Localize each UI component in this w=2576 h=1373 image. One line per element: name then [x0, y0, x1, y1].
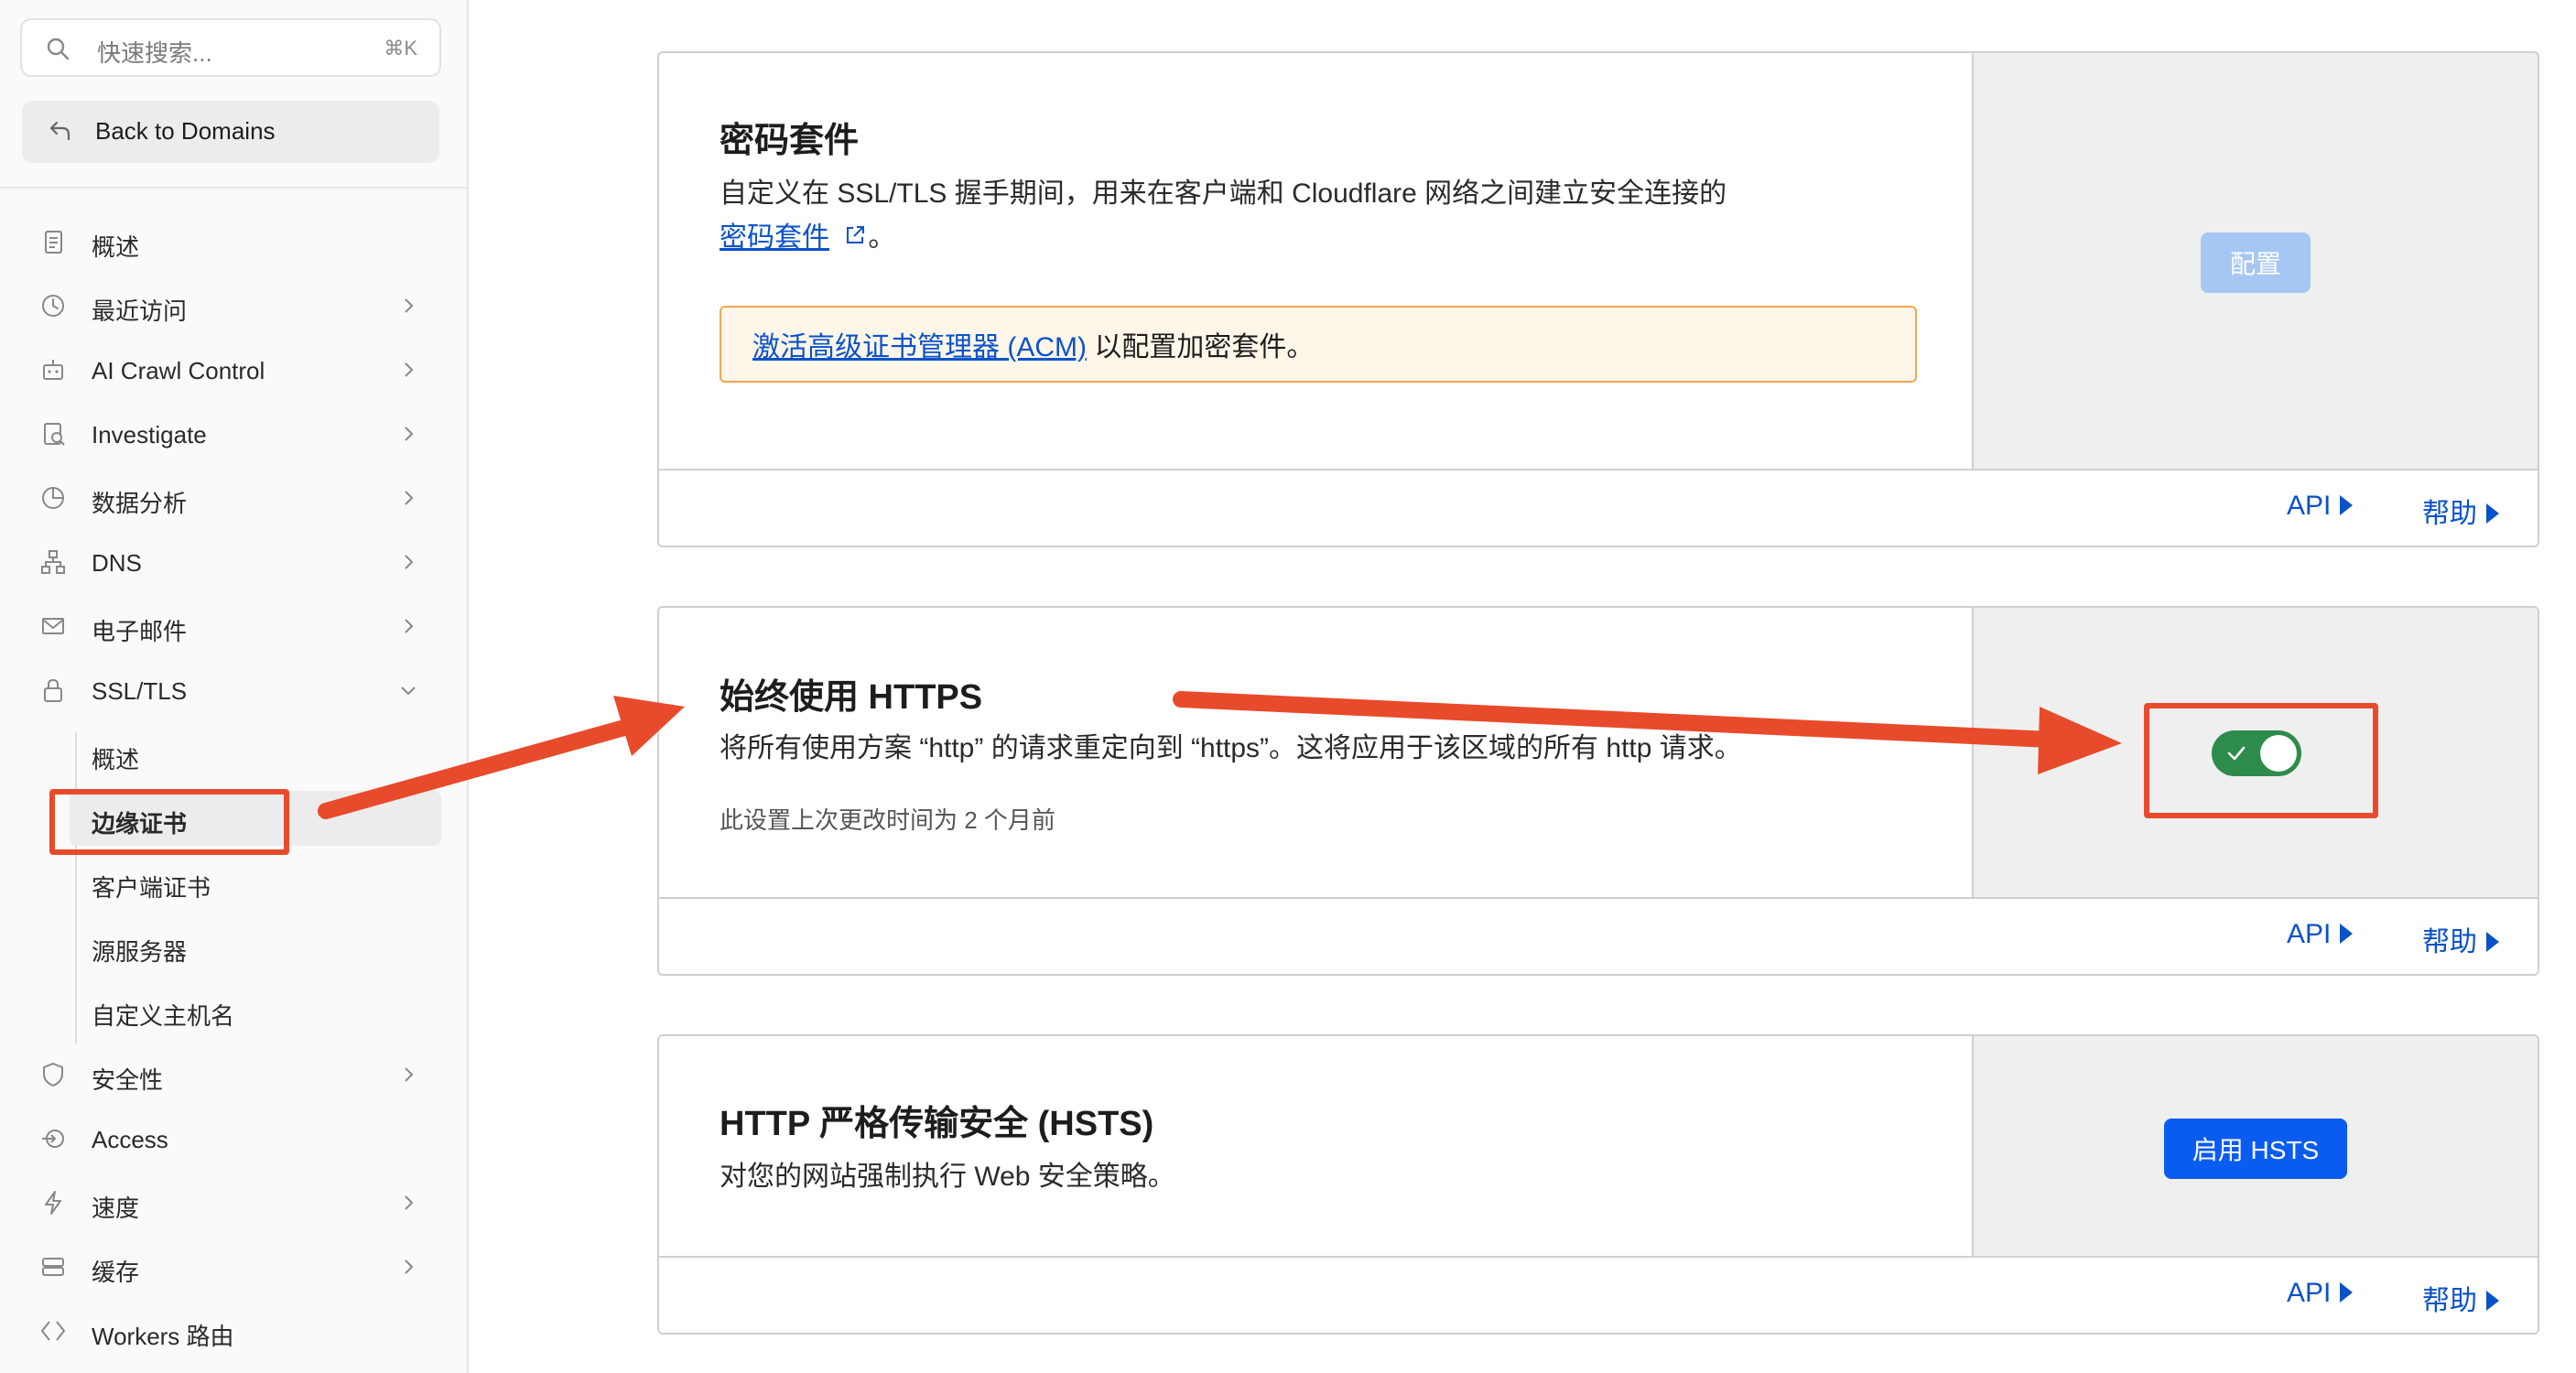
annotation-arrow-to-toggle: [1173, 691, 2122, 774]
annotation-arrows: [318, 691, 2122, 819]
annotation-arrow-to-card: [318, 696, 685, 819]
